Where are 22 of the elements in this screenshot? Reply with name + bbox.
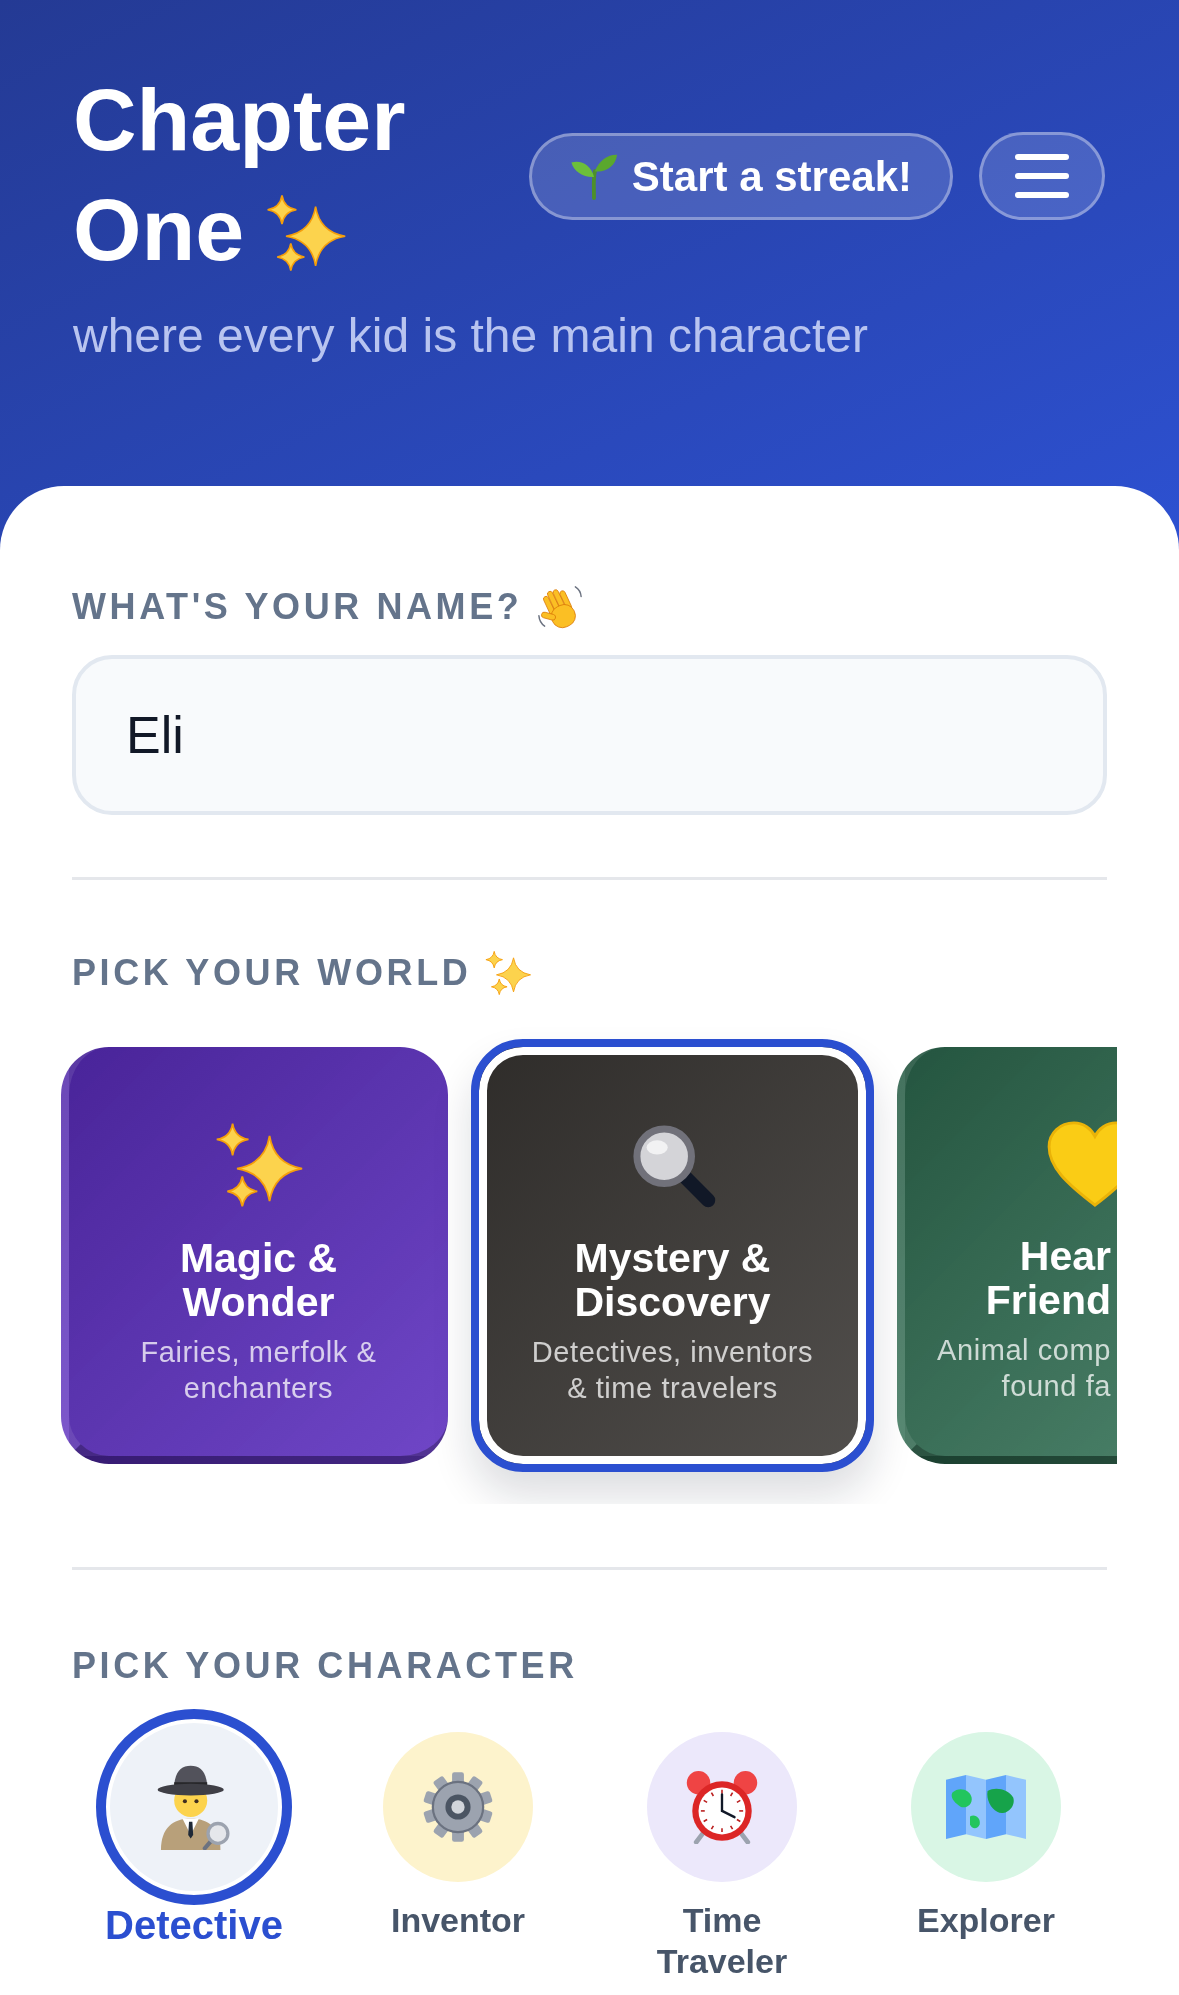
character-option[interactable]: Explorer [911,1709,1061,1982]
streak-button[interactable]: Start a streak! [528,132,953,220]
section-label: PICK YOUR WORLD [72,951,472,995]
character-option[interactable]: Inventor [383,1709,533,1982]
menu-icon [1015,154,1069,198]
character-option[interactable]: Time Traveler [622,1709,822,1982]
waving-hand-icon [536,583,585,631]
tagline: where every kid is the main character [73,308,868,364]
sparkles-icon [214,1121,303,1209]
heart-icon [1046,1121,1117,1207]
sparkles-icon [266,193,347,273]
seedling-icon [569,152,618,200]
section-label: WHAT'S YOUR NAME? [72,585,523,629]
world-card[interactable]: Mystery & Discovery Detectives, inventors & time travelers [471,1039,874,1472]
app-title: One [73,179,245,281]
name-field[interactable]: Eli [72,655,1107,815]
sparkles-icon [485,950,532,996]
section-label: PICK YOUR CHARACTER [72,1644,578,1688]
world-card[interactable]: Hear Friend Animal comp found fa [897,1047,1117,1464]
app-title: Chapter [73,69,406,171]
character-option[interactable]: Detective [96,1709,292,1982]
world-card[interactable]: Magic & Wonder Fairies, merfolk & enchanters [61,1047,448,1464]
